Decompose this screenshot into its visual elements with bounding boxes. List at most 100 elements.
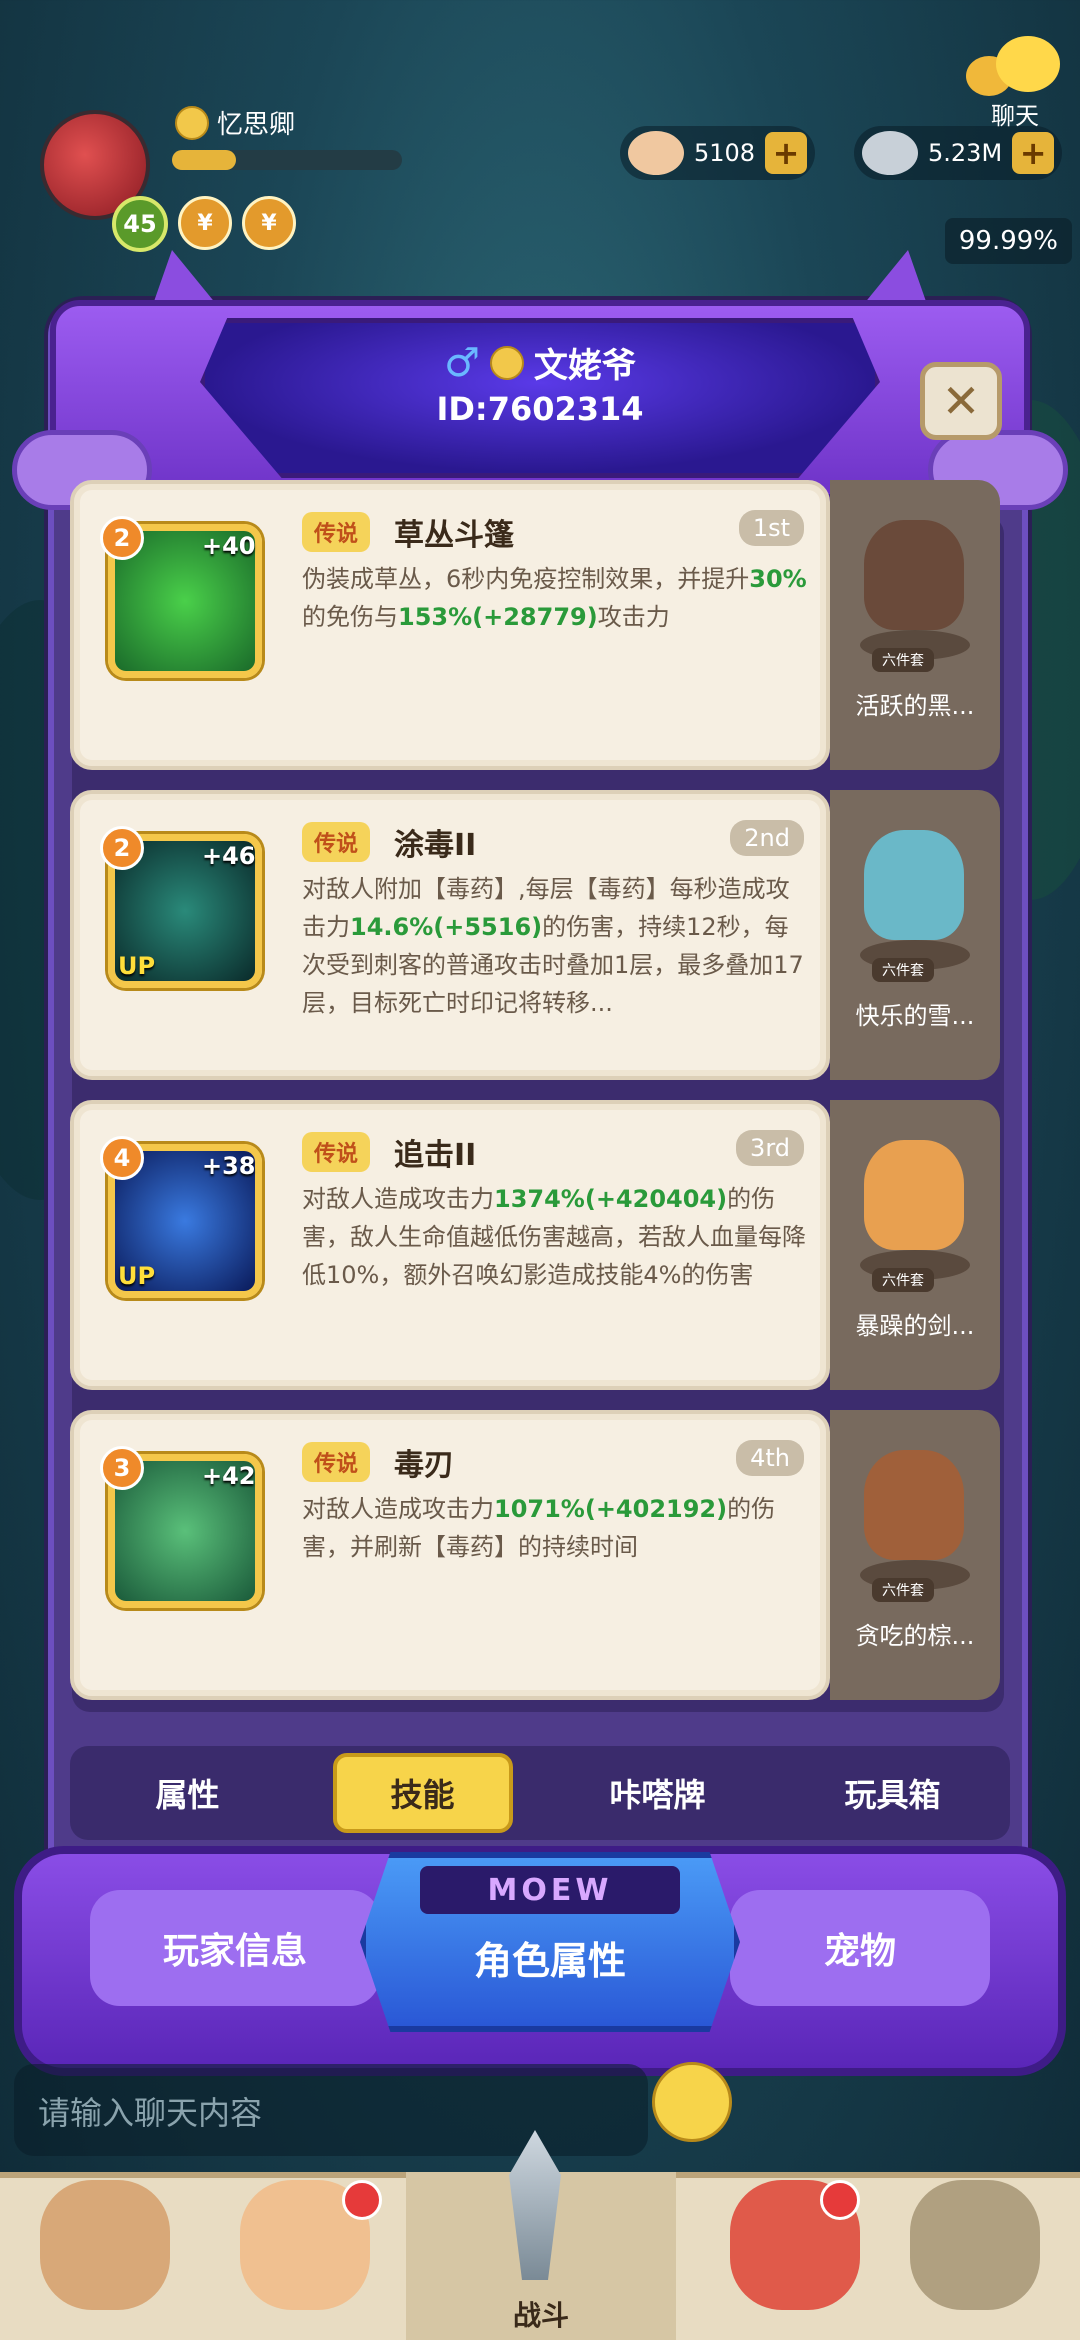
moew-badge: MOEW — [420, 1866, 680, 1914]
gender-male-icon: ♂ — [444, 339, 480, 386]
desc-bonus: (+28779) — [472, 603, 598, 631]
skill-level-badge: 4 — [100, 1136, 144, 1180]
skill-rank: 1st — [738, 510, 804, 546]
desc-value: 30% — [749, 565, 807, 593]
desc-text: 伪装成草丛，6秒内免疫控制效果，并提升 — [302, 565, 750, 593]
pet-figure-icon — [864, 830, 964, 940]
skill-description: 对敌人造成攻击力1071%(+402192)的伤害，并刷新【毒药】的持续时间 — [302, 1490, 812, 1566]
skill-level-badge: 3 — [100, 1446, 144, 1490]
player-name-row: 忆思卿 — [175, 104, 295, 141]
skill-title: 草丛斗篷 — [394, 518, 514, 553]
skill-row[interactable]: 3 +42 传说 毒刃 4th 对敌人造成攻击力1071%(+402192)的伤… — [70, 1410, 1000, 1700]
skill-row[interactable]: 2 +40 传说 草丛斗篷 1st 伪装成草丛，6秒内免疫控制效果，并提升30%… — [70, 480, 1000, 770]
profile-name: 文姥爷 — [533, 346, 636, 386]
currency-badge-1[interactable]: ¥ — [178, 196, 232, 250]
skill-level-badge: 2 — [100, 516, 144, 560]
chat-button[interactable]: 聊天 — [960, 30, 1070, 130]
skills-list: 2 +40 传说 草丛斗篷 1st 伪装成草丛，6秒内免疫控制效果，并提升30%… — [70, 480, 1010, 1700]
desc-bonus: (+402192) — [584, 1495, 728, 1523]
desc-value: 153% — [398, 603, 473, 631]
skill-card[interactable]: 2 +40 传说 草丛斗篷 1st 伪装成草丛，6秒内免疫控制效果，并提升30%… — [70, 480, 830, 770]
pet-side-card[interactable]: 六件套 快乐的雪... — [830, 790, 1000, 1080]
legend-tag: 传说 — [302, 822, 371, 862]
shell-icon — [628, 131, 684, 175]
emoji-face-icon — [489, 345, 524, 380]
skill-description: 对敌人附加【毒药】,每层【毒药】每秒造成攻击力14.6%(+5516)的伤害，持… — [302, 870, 812, 1022]
chat-input[interactable]: 请输入聊天内容 — [14, 2064, 648, 2156]
exp-bar-fill — [172, 150, 237, 170]
pets-button[interactable]: 宠物 — [730, 1890, 990, 2006]
battle-label: 战斗 — [512, 2299, 569, 2332]
pet-name: 活跃的黑... — [855, 692, 975, 720]
skill-plus: +40 — [202, 532, 256, 560]
emoji-button-icon[interactable] — [652, 2062, 732, 2142]
skill-up-label: UP — [118, 1262, 156, 1290]
skill-rank: 3rd — [736, 1130, 804, 1166]
currency-badge-2[interactable]: ¥ — [242, 196, 296, 250]
legend-tag: 传说 — [302, 1442, 371, 1482]
exp-bar — [172, 150, 402, 170]
chat-label: 聊天 — [991, 102, 1039, 130]
pearl-icon — [862, 131, 918, 175]
skill-rank: 4th — [736, 1440, 804, 1476]
pet-side-card[interactable]: 六件套 贪吃的棕... — [830, 1410, 1000, 1700]
desc-text: 攻击力 — [597, 603, 670, 631]
skill-row[interactable]: 2 +46 UP 传说 涂毒II 2nd 对敌人附加【毒药】,每层【毒药】每秒造… — [70, 790, 1000, 1080]
desc-value: 1071% — [494, 1495, 585, 1523]
skill-card[interactable]: 2 +46 UP 传说 涂毒II 2nd 对敌人附加【毒药】,每层【毒药】每秒造… — [70, 790, 830, 1080]
resource-2-add-button[interactable]: + — [1012, 132, 1055, 174]
desc-bonus: (+420404) — [584, 1185, 728, 1213]
legend-tag: 传说 — [302, 1132, 371, 1172]
resource-1-add-button[interactable]: + — [765, 132, 808, 174]
pet-figure-icon — [864, 1450, 964, 1560]
skill-plus: +38 — [202, 1152, 256, 1180]
player-info-button[interactable]: 玩家信息 — [90, 1890, 380, 2006]
player-level-badge: 45 — [112, 196, 168, 252]
desc-value: 1374% — [494, 1185, 585, 1213]
resource-2: 5.23M + — [854, 126, 1063, 180]
desc-value: 14.6% — [350, 913, 434, 941]
pet-set-tag: 六件套 — [872, 1578, 934, 1602]
resource-1: 5108 + — [620, 126, 816, 180]
profile-id: ID:7602314 — [436, 390, 644, 428]
notification-dot — [342, 2180, 382, 2220]
tab-cards[interactable]: 咔嗒牌 — [568, 1753, 748, 1833]
pet-set-tag: 六件套 — [872, 958, 934, 982]
profile-name-row: ♂ 文姥爷 — [0, 338, 1080, 387]
legend-tag: 传说 — [302, 512, 371, 552]
skill-level-badge: 2 — [100, 826, 144, 870]
skill-row[interactable]: 4 +38 UP 传说 追击II 3rd 对敌人造成攻击力1374%(+4204… — [70, 1100, 1000, 1390]
skill-card[interactable]: 4 +38 UP 传说 追击II 3rd 对敌人造成攻击力1374%(+4204… — [70, 1100, 830, 1390]
skill-title: 涂毒II — [394, 828, 477, 863]
close-button[interactable]: ✕ — [920, 362, 1002, 440]
desc-bonus: (+5516) — [433, 913, 543, 941]
pet-figure-icon — [864, 1140, 964, 1250]
pet-set-tag: 六件套 — [872, 648, 934, 672]
skill-description: 伪装成草丛，6秒内免疫控制效果，并提升30% 的免伤与153%(+28779)攻击… — [302, 560, 812, 636]
nav-character-1-icon[interactable] — [40, 2180, 170, 2310]
emoji-face-icon — [175, 105, 209, 140]
skill-title: 追击II — [394, 1138, 477, 1173]
resource-2-value: 5.23M — [928, 139, 1003, 167]
skill-plus: +42 — [202, 1462, 256, 1490]
desc-text: 的免伤与 — [302, 603, 398, 631]
tab-skills[interactable]: 技能 — [332, 1753, 513, 1833]
character-attributes-label: 角色属性 — [473, 1939, 626, 1983]
tab-attributes[interactable]: 属性 — [98, 1753, 278, 1833]
profile-tabs: 属性 技能 咔嗒牌 玩具箱 — [70, 1746, 1010, 1840]
pet-side-card[interactable]: 六件套 暴躁的剑... — [830, 1100, 1000, 1390]
skill-up-label: UP — [118, 952, 156, 980]
nav-character-4-icon[interactable] — [910, 2180, 1040, 2310]
skill-rank: 2nd — [730, 820, 804, 856]
progress-percent: 99.99% — [944, 218, 1072, 264]
pet-name: 暴躁的剑... — [855, 1312, 975, 1340]
resource-1-value: 5108 — [694, 139, 756, 167]
chat-face-icon — [996, 36, 1060, 92]
skill-description: 对敌人造成攻击力1374%(+420404)的伤害，敌人生命值越低伤害越高，若敌… — [302, 1180, 812, 1294]
pet-name: 快乐的雪... — [855, 1002, 975, 1030]
pet-side-card[interactable]: 六件套 活跃的黑... — [830, 480, 1000, 770]
skill-title: 毒刃 — [394, 1448, 454, 1483]
skill-card[interactable]: 3 +42 传说 毒刃 4th 对敌人造成攻击力1071%(+402192)的伤… — [70, 1410, 830, 1700]
tab-toybox[interactable]: 玩具箱 — [803, 1753, 983, 1833]
skill-plus: +46 — [202, 842, 256, 870]
